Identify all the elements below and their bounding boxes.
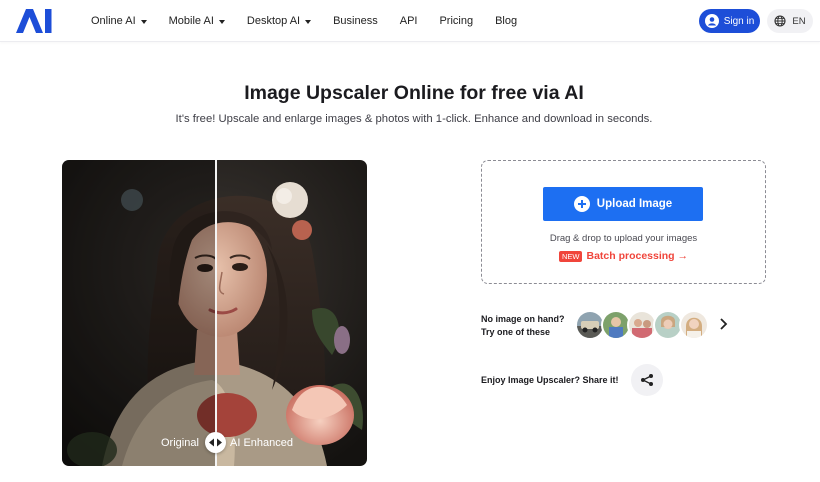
compare-slider-handle[interactable] — [205, 432, 226, 453]
brand-logo-icon[interactable] — [16, 9, 52, 33]
sample-prompt: No image on hand? Try one of these — [481, 313, 565, 338]
drag-drop-hint: Drag & drop to upload your images — [549, 233, 698, 244]
share-button[interactable] — [631, 364, 663, 396]
share-icon — [641, 374, 653, 386]
language-label: EN — [792, 15, 806, 27]
main-nav: Online AI Mobile AI Desktop AI Business … — [91, 0, 539, 42]
sample-thumbnail[interactable] — [679, 310, 709, 340]
sample-prompt-line1: No image on hand? — [481, 314, 565, 324]
nav-desktop-ai[interactable]: Desktop AI — [246, 15, 312, 27]
language-selector[interactable]: EN — [767, 9, 813, 33]
chevron-down-icon — [305, 19, 312, 24]
nav-mobile-ai[interactable]: Mobile AI — [169, 15, 225, 27]
nav-label: Desktop AI — [246, 15, 301, 27]
nav-label: API — [399, 15, 418, 27]
page-subtitle: It's free! Upscale and enlarge images & … — [175, 113, 653, 125]
compare-divider-line — [215, 160, 217, 466]
chevron-down-icon — [218, 19, 225, 24]
ai-enhanced-label: AI Enhanced — [230, 437, 293, 449]
sign-in-label: Sign in — [723, 15, 755, 27]
upload-image-button[interactable]: Upload Image — [543, 187, 703, 221]
new-badge: NEW — [558, 250, 583, 262]
top-navbar: Online AI Mobile AI Desktop AI Business … — [0, 0, 820, 42]
nav-pricing[interactable]: Pricing — [439, 15, 473, 27]
nav-business[interactable]: Business — [333, 15, 378, 27]
nav-label: Pricing — [439, 15, 474, 27]
upload-button-label: Upload Image — [596, 198, 673, 210]
chevron-down-icon — [140, 19, 147, 24]
original-label: Original — [161, 437, 199, 449]
page-title: Image Upscaler Online for free via AI — [244, 82, 584, 104]
nav-api[interactable]: API — [400, 15, 418, 27]
share-prompt: Enjoy Image Upscaler? Share it! — [481, 375, 619, 385]
compare-handle-icon — [209, 438, 222, 447]
nav-blog[interactable]: Blog — [495, 15, 517, 27]
batch-processing-label: Batch processing → — [586, 250, 689, 262]
upload-dropzone[interactable] — [481, 160, 766, 284]
plus-icon — [573, 196, 590, 212]
nav-label: Blog — [495, 15, 518, 27]
nav-label: Business — [333, 15, 378, 27]
batch-processing-link[interactable]: NEW Batch processing → — [481, 250, 766, 262]
sample-prompt-line2: Try one of these — [481, 326, 551, 337]
nav-label: Online AI — [91, 15, 136, 27]
globe-icon — [774, 15, 786, 27]
user-icon — [704, 14, 719, 28]
sign-in-button[interactable]: Sign in — [699, 9, 760, 33]
chevron-right-icon[interactable] — [717, 317, 729, 331]
nav-label: Mobile AI — [168, 15, 214, 27]
nav-online-ai[interactable]: Online AI — [91, 15, 147, 27]
